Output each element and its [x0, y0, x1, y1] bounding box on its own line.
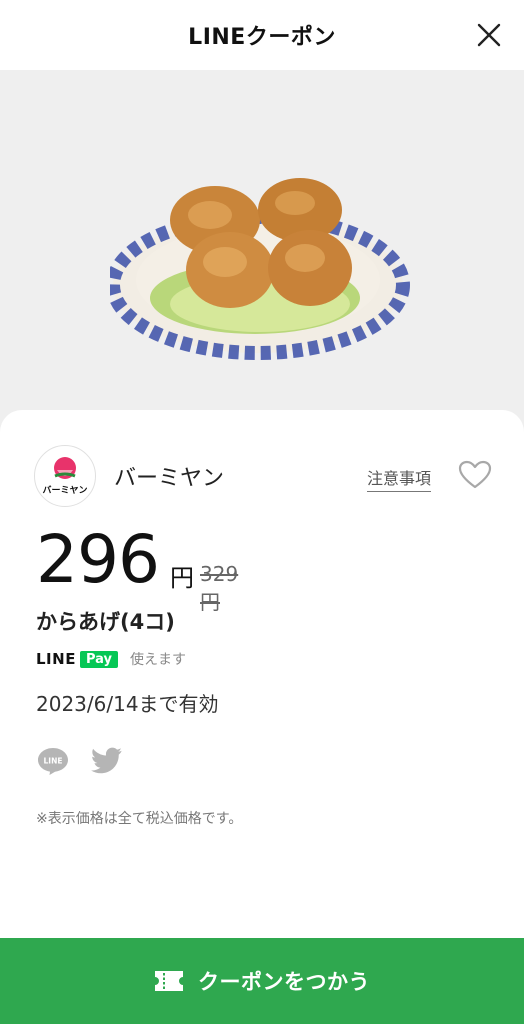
- shop-name: バーミヤン: [114, 466, 225, 491]
- twitter-icon: [91, 747, 122, 774]
- coupon-card: バーミヤン バーミヤン 注意事項 296 円 329円 からあげ(4コ) LIN…: [0, 410, 524, 1024]
- hero-image: [0, 70, 524, 430]
- original-price: 329円: [200, 562, 239, 614]
- heart-outline-icon: [458, 460, 492, 489]
- header-bar: LINEクーポン: [0, 0, 524, 70]
- line-share-icon: LINE: [38, 748, 68, 775]
- use-coupon-label: クーポンをつかう: [198, 970, 370, 994]
- line-pay-usable-text: 使えます: [129, 652, 186, 668]
- svg-text:LINE: LINE: [44, 757, 63, 766]
- line-pay-logo-line: LINE: [36, 650, 76, 668]
- header-title: LINEクーポン: [188, 25, 336, 50]
- validity-date: 2023/6/14まで有効: [36, 692, 219, 716]
- price-unit: 円: [170, 564, 194, 592]
- line-share-button[interactable]: LINE: [36, 744, 70, 778]
- ticket-icon: [155, 971, 183, 991]
- notes-link[interactable]: 注意事項: [367, 465, 432, 492]
- close-button[interactable]: [474, 20, 504, 50]
- twitter-share-button[interactable]: [90, 744, 124, 778]
- line-pay-row: LINE Pay 使えます: [36, 648, 186, 670]
- bamiyan-logo-image: バーミヤン: [42, 457, 88, 496]
- close-icon: [477, 23, 501, 47]
- use-coupon-button[interactable]: クーポンをつかう: [0, 938, 524, 1024]
- favorite-button[interactable]: [458, 460, 492, 490]
- karaage-plate-image: [110, 178, 410, 360]
- line-pay-logo-pay: Pay: [79, 650, 118, 668]
- item-name: からあげ(4コ): [36, 610, 175, 634]
- shop-logo: バーミヤン: [34, 445, 96, 507]
- tax-note: ※表示価格は全て税込価格です。: [36, 811, 243, 827]
- svg-text:バーミヤン: バーミヤン: [42, 485, 87, 496]
- share-row: LINE: [36, 744, 144, 778]
- price-value: 296: [36, 521, 160, 598]
